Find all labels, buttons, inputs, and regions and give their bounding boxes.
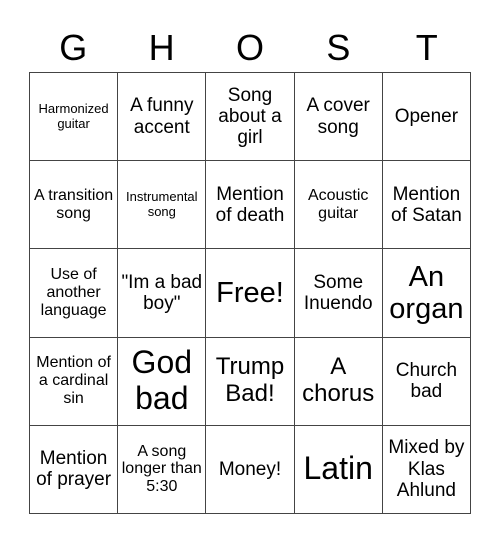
bingo-cell[interactable]: Trump Bad! xyxy=(206,337,295,426)
bingo-cell[interactable]: Mention of death xyxy=(206,161,295,250)
bingo-cell[interactable]: Money! xyxy=(206,425,295,514)
bingo-cell[interactable]: Use of another language xyxy=(30,249,119,338)
bingo-cell[interactable]: Latin xyxy=(294,425,383,514)
bingo-cell[interactable]: Mention of a cardinal sin xyxy=(30,337,119,426)
bingo-cell[interactable]: Opener xyxy=(382,73,471,162)
cell-text: A transition song xyxy=(34,186,114,222)
cell-text: Money! xyxy=(218,458,282,480)
cell-text: Song about a girl xyxy=(218,84,282,149)
cell-text: Some Inuendo xyxy=(303,271,373,314)
header-letter-h: H xyxy=(148,27,175,68)
cell-text: Mention of prayer xyxy=(36,448,112,491)
cell-text: Harmonized guitar xyxy=(38,101,109,131)
cell-text: Instrumental song xyxy=(126,189,198,219)
cell-text: Latin xyxy=(303,450,373,487)
cell-text: Mention of a cardinal sin xyxy=(36,354,111,408)
cell-text: Acoustic guitar xyxy=(307,186,369,222)
bingo-cell[interactable]: Acoustic guitar xyxy=(294,161,383,250)
cell-text: A chorus xyxy=(302,353,375,408)
free-space-cell[interactable]: Free! xyxy=(206,249,295,338)
cell-text: Mention of Satan xyxy=(391,183,462,226)
header-letter-g: G xyxy=(59,27,88,68)
bingo-cell[interactable]: A transition song xyxy=(30,161,119,250)
header-letter-s: S xyxy=(326,27,351,68)
header-letter-t: T xyxy=(415,27,438,68)
cell-text: Trump Bad! xyxy=(215,353,285,408)
bingo-cell[interactable]: A funny accent xyxy=(118,73,207,162)
cell-text: A song longer than 5:30 xyxy=(121,442,202,496)
cell-text: A cover song xyxy=(306,95,370,138)
bingo-board: Harmonized guitar A funny accent Song ab… xyxy=(29,72,471,514)
cell-text: An organ xyxy=(389,260,464,325)
bingo-cell[interactable]: Mixed by Klas Ahlund xyxy=(382,425,471,514)
bingo-cell[interactable]: Instrumental song xyxy=(118,161,207,250)
bingo-header: G H O S T xyxy=(29,24,471,72)
bingo-cell[interactable]: An organ xyxy=(382,249,471,338)
cell-text: Mixed by Klas Ahlund xyxy=(388,437,465,502)
bingo-cell[interactable]: Some Inuendo xyxy=(294,249,383,338)
bingo-cell[interactable]: "Im a bad boy" xyxy=(118,249,207,338)
bingo-cell[interactable]: Harmonized guitar xyxy=(30,73,119,162)
bingo-cell[interactable]: Mention of prayer xyxy=(30,425,119,514)
free-space-text: Free! xyxy=(216,276,284,309)
bingo-cell[interactable]: A song longer than 5:30 xyxy=(118,425,207,514)
bingo-cell[interactable]: Song about a girl xyxy=(206,73,295,162)
cell-text: Use of another language xyxy=(40,266,107,319)
header-letter-o: O xyxy=(235,27,264,68)
cell-text: God bad xyxy=(131,344,193,417)
bingo-cell[interactable]: God bad xyxy=(118,337,207,426)
cell-text: Opener xyxy=(394,105,459,127)
cell-text: A funny accent xyxy=(130,95,194,138)
cell-text: Mention of death xyxy=(215,183,285,226)
bingo-cell[interactable]: A chorus xyxy=(294,337,383,426)
cell-text: Church bad xyxy=(395,359,458,403)
bingo-cell[interactable]: Mention of Satan xyxy=(382,161,471,250)
bingo-cell[interactable]: A cover song xyxy=(294,73,383,162)
bingo-cell[interactable]: Church bad xyxy=(382,337,471,426)
cell-text: "Im a bad boy" xyxy=(121,271,203,314)
